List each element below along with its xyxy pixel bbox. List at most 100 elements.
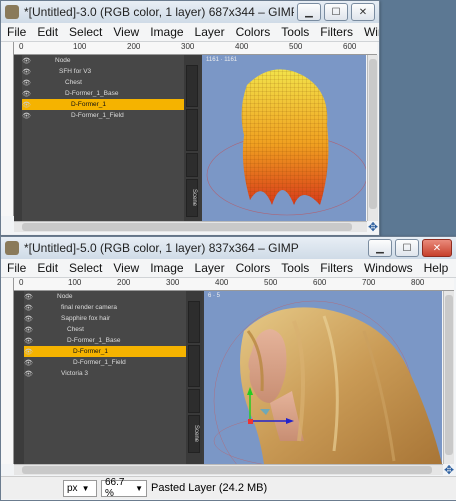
zoom-select[interactable]: 66.7 % ▼ — [101, 477, 147, 499]
eye-icon[interactable]: 👁 — [24, 326, 37, 334]
menu-select[interactable]: Select — [69, 25, 102, 39]
image-canvas[interactable]: 👁 Node 👁 final render camera 👁 Sapphire fox… — [14, 291, 442, 464]
side-tab[interactable] — [188, 389, 200, 413]
navigate-icon[interactable]: ✥ — [367, 221, 379, 233]
eye-icon[interactable]: 👁 — [24, 293, 37, 301]
scene-row[interactable]: 👁 D-Former_1_Field — [24, 357, 186, 368]
close-button[interactable]: ✕ — [422, 239, 452, 257]
horizontal-scrollbar[interactable] — [14, 464, 443, 475]
scene-row[interactable]: 👁 final render camera — [24, 302, 186, 313]
minimize-button[interactable]: ▁ — [297, 3, 321, 21]
eye-icon[interactable]: 👁 — [24, 370, 37, 378]
scroll-thumb[interactable] — [22, 223, 352, 231]
titlebar[interactable]: *[Untitled]-5.0 (RGB color, 1 layer) 837… — [1, 237, 456, 259]
unit-value: px — [67, 482, 78, 494]
eye-icon[interactable]: 👁 — [22, 57, 35, 65]
menu-select[interactable]: Select — [69, 261, 102, 275]
maximize-button[interactable]: ☐ — [324, 3, 348, 21]
menu-edit[interactable]: Edit — [37, 25, 58, 39]
eye-icon[interactable]: 👁 — [22, 112, 35, 120]
scene-row[interactable]: 👁 SFH for V3 — [22, 66, 184, 77]
ruler-tick: 700 — [362, 278, 376, 287]
eye-icon[interactable]: 👁 — [24, 337, 37, 345]
menu-windows[interactable]: Windows — [364, 261, 413, 275]
menu-image[interactable]: Image — [150, 261, 183, 275]
figure-render — [213, 300, 442, 464]
menu-windows[interactable]: Windows — [364, 25, 379, 39]
menu-file[interactable]: File — [7, 261, 26, 275]
vertical-scrollbar[interactable] — [443, 291, 454, 464]
menu-layer[interactable]: Layer — [195, 25, 225, 39]
horizontal-ruler[interactable]: 0 100 200 300 400 500 600 700 800 — [13, 278, 454, 291]
menu-view[interactable]: View — [113, 261, 139, 275]
vertical-ruler[interactable] — [1, 42, 14, 216]
horizontal-scrollbar[interactable] — [14, 221, 367, 232]
3d-viewport[interactable]: 6 · 5 — [204, 291, 442, 464]
menu-file[interactable]: File — [7, 25, 26, 39]
eye-icon[interactable]: 👁 — [24, 348, 37, 356]
status-message: Pasted Layer (24.2 MB) — [151, 482, 268, 494]
menu-tools[interactable]: Tools — [281, 261, 309, 275]
menu-filters[interactable]: Filters — [320, 261, 353, 275]
minimize-icon: ▁ — [376, 242, 384, 254]
eye-icon[interactable]: 👁 — [22, 79, 35, 87]
eye-icon[interactable]: 👁 — [24, 359, 37, 367]
side-tab[interactable] — [188, 345, 200, 387]
scene-row[interactable]: 👁 Victoria 3 — [24, 368, 186, 379]
menu-view[interactable]: View — [113, 25, 139, 39]
gimp-app-icon — [5, 241, 19, 255]
scene-row[interactable]: 👁 Node — [24, 291, 186, 302]
eye-icon[interactable]: 👁 — [24, 304, 37, 312]
menu-help[interactable]: Help — [424, 261, 449, 275]
ruler-tick: 500 — [264, 278, 278, 287]
scene-row[interactable]: 👁 Chest — [22, 77, 184, 88]
scene-row-selected[interactable]: 👁 D-Former_1 — [22, 99, 184, 110]
side-tab[interactable] — [186, 109, 198, 151]
eye-icon[interactable]: 👁 — [24, 315, 37, 323]
vertical-scrollbar[interactable] — [367, 55, 378, 221]
side-tab[interactable] — [186, 153, 198, 177]
menubar: File Edit Select View Image Layer Colors… — [1, 259, 456, 278]
scene-tab[interactable]: Scene — [188, 415, 200, 453]
unit-select[interactable]: px ▼ — [63, 479, 97, 497]
side-tab[interactable] — [186, 65, 198, 107]
menu-image[interactable]: Image — [150, 25, 183, 39]
scene-row[interactable]: 👁 Node — [22, 55, 184, 66]
scene-row[interactable]: 👁 Sapphire fox hair — [24, 313, 186, 324]
scene-row[interactable]: 👁 D-Former_1_Base — [22, 88, 184, 99]
eye-icon[interactable]: 👁 — [22, 101, 35, 109]
maximize-button[interactable]: ☐ — [395, 239, 419, 257]
ruler-tick: 200 — [127, 42, 141, 51]
maximize-icon: ☐ — [331, 6, 341, 18]
menu-colors[interactable]: Colors — [236, 25, 271, 39]
eye-icon[interactable]: 👁 — [22, 68, 35, 76]
scroll-thumb[interactable] — [22, 466, 432, 474]
scene-tab[interactable]: Scene — [186, 179, 198, 217]
minimize-button[interactable]: ▁ — [368, 239, 392, 257]
scene-row[interactable]: 👁 Chest — [24, 324, 186, 335]
horizontal-ruler[interactable]: 0 100 200 300 400 500 600 — [13, 42, 377, 55]
menu-filters[interactable]: Filters — [320, 25, 353, 39]
3d-viewport[interactable]: 1161 · 1161 — [202, 55, 366, 221]
gimp-window-1[interactable]: *[Untitled]-3.0 (RGB color, 1 layer) 687… — [0, 0, 380, 236]
gimp-window-2[interactable]: *[Untitled]-5.0 (RGB color, 1 layer) 837… — [0, 236, 456, 501]
zoom-value: 66.7 % — [105, 477, 125, 499]
navigate-icon[interactable]: ✥ — [443, 464, 455, 476]
scene-row-selected[interactable]: 👁 D-Former_1 — [24, 346, 186, 357]
eye-icon[interactable]: 👁 — [22, 90, 35, 98]
scene-row[interactable]: 👁 D-Former_1_Field — [22, 110, 184, 121]
scene-row[interactable]: 👁 D-Former_1_Base — [24, 335, 186, 346]
scene-layer-panel: 👁 Node 👁 final render camera 👁 Sapphire fox… — [24, 291, 186, 464]
image-canvas[interactable]: 👁 Node 👁 SFH for V3 👁 Chest 👁 D-Former_1_Bas… — [14, 55, 366, 221]
hair-wireframe-render — [206, 69, 366, 216]
titlebar[interactable]: *[Untitled]-3.0 (RGB color, 1 layer) 687… — [1, 1, 379, 23]
menu-edit[interactable]: Edit — [37, 261, 58, 275]
menu-layer[interactable]: Layer — [195, 261, 225, 275]
vertical-ruler[interactable] — [1, 278, 14, 464]
close-button[interactable]: ✕ — [351, 3, 375, 21]
scroll-thumb[interactable] — [369, 59, 377, 209]
scroll-thumb[interactable] — [445, 295, 453, 455]
menu-colors[interactable]: Colors — [236, 261, 271, 275]
menu-tools[interactable]: Tools — [281, 25, 309, 39]
side-tab[interactable] — [188, 301, 200, 343]
